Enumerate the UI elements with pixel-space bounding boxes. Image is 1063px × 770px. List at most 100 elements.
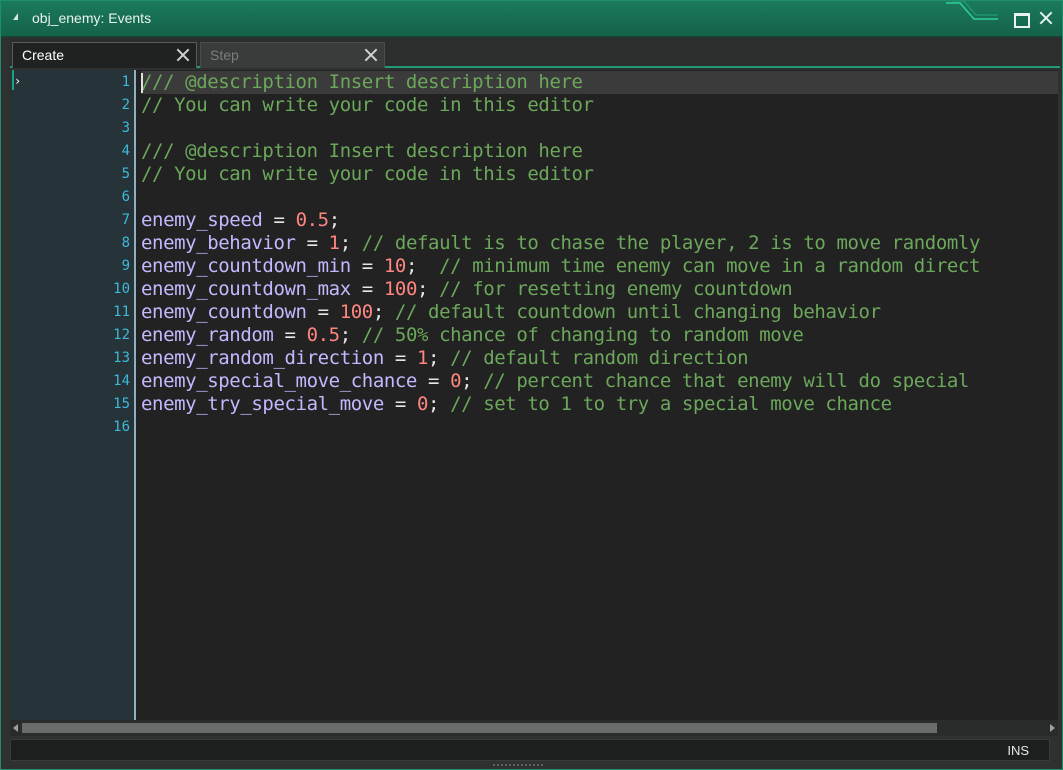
events-window: obj_enemy: Events Create Step › 12345678…: [0, 0, 1063, 770]
fold-gutter[interactable]: ›: [10, 70, 110, 720]
event-tabs: Create Step: [10, 38, 1060, 68]
scroll-right-icon[interactable]: [1050, 724, 1055, 732]
code-token-op: =: [350, 278, 384, 300]
code-line[interactable]: enemy_try_special_move = 0; // set to 1 …: [141, 393, 1058, 416]
line-number: 5: [121, 166, 130, 182]
code-token-var: enemy_speed: [141, 209, 263, 231]
code-line[interactable]: enemy_countdown = 100; // default countd…: [141, 301, 1058, 324]
line-number-gutter: 1 2 3 4 5 6 7 8 9 10 11 12 13 14 15 16: [110, 70, 136, 720]
code-token-op: ;: [428, 393, 451, 415]
code-line[interactable]: /// @description Insert description here: [141, 140, 1058, 163]
code-token-op: ;: [405, 255, 440, 277]
title-bar[interactable]: obj_enemy: Events: [1, 1, 1062, 37]
code-token-num: 1: [328, 232, 340, 254]
code-line[interactable]: enemy_countdown_min = 10; // minimum tim…: [141, 255, 1058, 278]
close-tab-icon[interactable]: [176, 48, 190, 62]
code-token-op: ;: [372, 301, 395, 323]
collapse-triangle-icon[interactable]: [13, 13, 18, 20]
code-token-var: enemy_countdown_min: [141, 255, 351, 277]
code-token-comment: // default random direction: [450, 347, 749, 369]
line-number: 6: [121, 189, 130, 205]
scroll-left-icon[interactable]: [13, 724, 18, 732]
code-token-num: 100: [383, 278, 418, 300]
line-number: 11: [113, 304, 130, 320]
line-number: 7: [121, 212, 130, 228]
code-line[interactable]: enemy_speed = 0.5;: [141, 209, 1058, 232]
code-area[interactable]: /// @description Insert description here…: [141, 70, 1058, 720]
code-token-op: =: [295, 232, 329, 254]
tab-create[interactable]: Create: [12, 42, 197, 68]
code-line[interactable]: // You can write your code in this edito…: [141, 163, 1058, 186]
code-token-num: 0.5: [295, 209, 330, 231]
code-token-num: 0: [416, 393, 429, 415]
line-number: 12: [113, 327, 130, 343]
line-number: 13: [113, 350, 130, 366]
code-line[interactable]: enemy_countdown_max = 100; // for resett…: [141, 278, 1058, 301]
code-line[interactable]: enemy_random = 0.5; // 50% chance of cha…: [141, 324, 1058, 347]
code-line[interactable]: enemy_behavior = 1; // default is to cha…: [141, 232, 1058, 255]
code-token-var: enemy_random: [141, 324, 274, 346]
code-token-op: ;: [328, 209, 340, 231]
code-token-num: 0: [450, 370, 462, 392]
code-line[interactable]: enemy_special_move_chance = 0; // percen…: [141, 370, 1058, 393]
code-line[interactable]: [141, 186, 1058, 209]
code-token-op: =: [383, 347, 417, 369]
code-line[interactable]: [141, 117, 1058, 140]
status-bar: INS: [10, 739, 1050, 761]
code-token-op: ;: [461, 370, 484, 392]
current-line-marker: [12, 70, 14, 90]
line-number: 9: [121, 258, 130, 274]
title-decoration: [946, 1, 998, 20]
code-token-comment: // default is to chase the player, 2 is …: [361, 232, 981, 254]
code-token-var: enemy_behavior: [141, 232, 296, 254]
code-token-op: ;: [339, 232, 362, 254]
code-token-comment: /// @description Insert description here: [141, 140, 583, 162]
line-number: 1: [121, 74, 130, 90]
code-token-comment: // 50% chance of changing to random move: [361, 324, 804, 346]
line-number: 14: [113, 373, 130, 389]
resize-grip[interactable]: [493, 764, 543, 768]
code-token-comment: /// @description Insert description here: [141, 71, 583, 93]
code-token-op: =: [262, 209, 296, 231]
code-token-num: 1: [416, 347, 429, 369]
code-token-comment: // You can write your code in this edito…: [141, 94, 594, 116]
line-number: 2: [121, 97, 130, 113]
code-token-op: =: [416, 370, 451, 392]
maximize-icon[interactable]: [1012, 11, 1030, 28]
code-line[interactable]: /// @description Insert description here: [141, 71, 1058, 94]
horizontal-scrollbar[interactable]: [10, 720, 1058, 736]
code-line[interactable]: enemy_random_direction = 1; // default r…: [141, 347, 1058, 370]
close-tab-icon[interactable]: [364, 48, 378, 62]
code-token-op: ;: [428, 347, 451, 369]
code-token-comment: // set to 1 to try a special move chance: [450, 393, 892, 415]
code-token-var: enemy_random_direction: [141, 347, 384, 369]
line-number: 16: [113, 419, 130, 435]
line-number: 8: [121, 235, 130, 251]
code-token-op: =: [350, 255, 384, 277]
code-token-num: 100: [339, 301, 374, 323]
insert-mode-indicator: INS: [1007, 743, 1029, 758]
code-token-var: enemy_try_special_move: [141, 393, 384, 415]
tab-label: Step: [210, 47, 239, 63]
fold-arrow-icon[interactable]: ›: [14, 74, 21, 88]
close-icon[interactable]: [1038, 11, 1054, 25]
line-number: 4: [121, 143, 130, 159]
code-token-num: 10: [383, 255, 406, 277]
code-token-comment: // default countdown until changing beha…: [394, 301, 881, 323]
code-line[interactable]: [141, 416, 1058, 439]
code-token-comment: // for resetting enemy countdown: [439, 278, 793, 300]
code-token-comment: // percent chance that enemy will do spe…: [483, 370, 969, 392]
code-token-comment: // You can write your code in this edito…: [141, 163, 594, 185]
line-number: 15: [113, 396, 130, 412]
code-editor[interactable]: › 1 2 3 4 5 6 7 8 9 10 11 12 13 14 15 16 /// @descripti…: [10, 70, 1058, 720]
tab-label: Create: [22, 47, 65, 63]
code-token-var: enemy_countdown: [141, 301, 307, 323]
tab-step[interactable]: Step: [200, 42, 385, 68]
line-number: 3: [121, 120, 130, 136]
code-line[interactable]: // You can write your code in this edito…: [141, 94, 1058, 117]
code-token-var: enemy_special_move_chance: [141, 370, 417, 392]
scrollbar-thumb[interactable]: [22, 723, 937, 733]
line-number: 10: [113, 281, 130, 297]
window-title: obj_enemy: Events: [32, 10, 152, 26]
code-token-op: =: [273, 324, 307, 346]
